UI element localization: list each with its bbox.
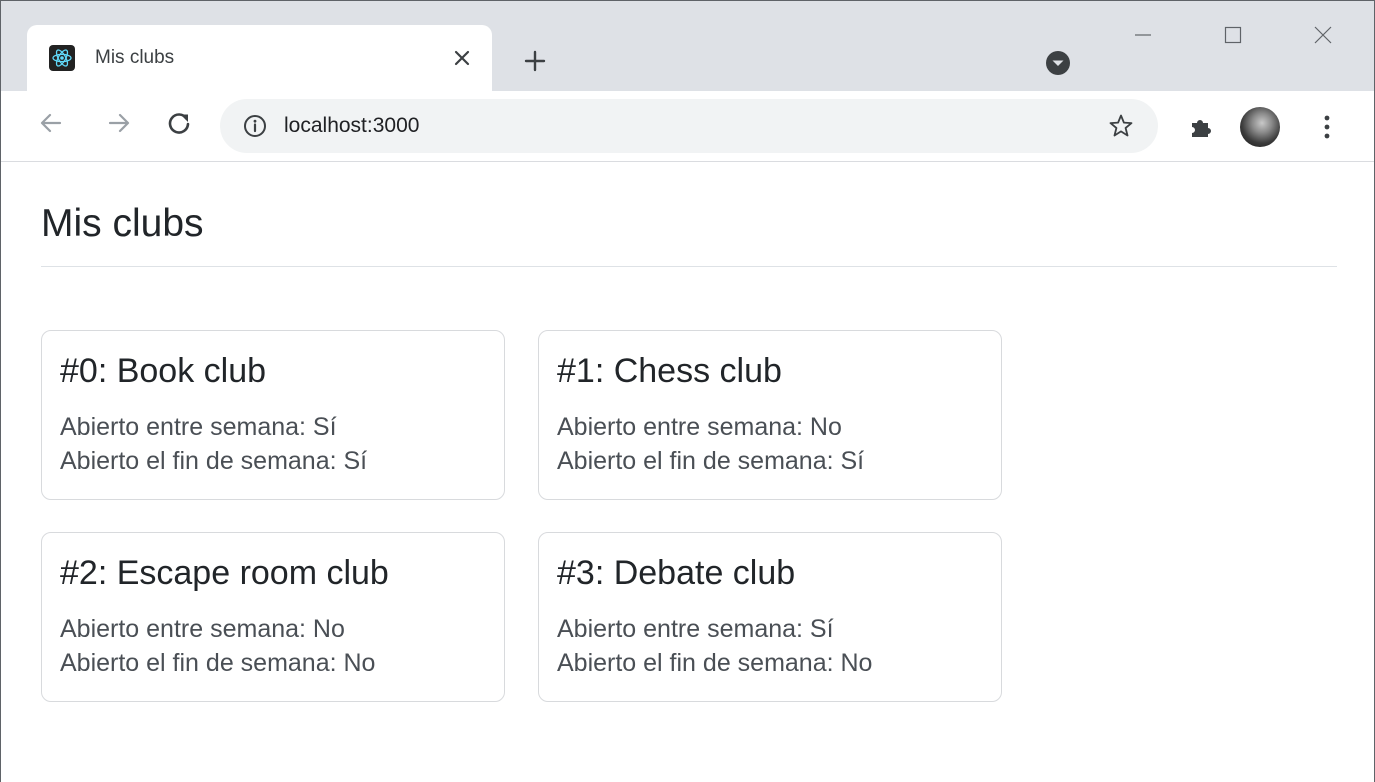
tab-mis-clubs[interactable]: Mis clubs (27, 25, 492, 91)
info-icon[interactable] (242, 113, 268, 139)
puzzle-icon[interactable] (1181, 107, 1221, 147)
browser-window: Mis clubs localhost:3000 Mis clubs #0: B… (0, 0, 1375, 782)
club-weekend: Abierto el fin de semana: Sí (60, 447, 368, 475)
club-card: #3: Debate club Abierto entre semana: Sí… (538, 532, 1002, 702)
club-weekdays: Abierto entre semana: No (557, 413, 842, 441)
url-text[interactable]: localhost:3000 (284, 113, 419, 139)
minimize-icon[interactable] (1119, 15, 1167, 55)
club-weekend: Abierto el fin de semana: No (557, 649, 873, 677)
club-title: #3: Debate club (557, 554, 796, 592)
tab-title: Mis clubs (95, 47, 175, 68)
club-weekdays: Abierto entre semana: Sí (557, 615, 834, 643)
club-card: #2: Escape room club Abierto entre seman… (41, 532, 505, 702)
club-title: #0: Book club (60, 352, 267, 390)
close-icon[interactable] (445, 41, 479, 75)
tab-search-icon[interactable] (1042, 47, 1074, 79)
club-weekend: Abierto el fin de semana: No (60, 649, 376, 677)
divider (41, 266, 1337, 267)
page-content: Mis clubs #0: Book club Abierto entre se… (1, 163, 1374, 782)
club-weekdays: Abierto entre semana: Sí (60, 413, 337, 441)
star-icon[interactable] (1104, 109, 1138, 143)
reload-icon[interactable] (159, 103, 199, 143)
club-title: #2: Escape room club (60, 554, 389, 592)
club-title: #1: Chess club (557, 352, 782, 390)
avatar[interactable] (1240, 107, 1280, 147)
maximize-icon[interactable] (1209, 15, 1257, 55)
browser-toolbar: localhost:3000 (1, 91, 1374, 162)
react-logo-icon (49, 45, 75, 71)
club-card: #1: Chess club Abierto entre semana: No … (538, 330, 1002, 500)
kebab-menu-icon[interactable] (1307, 107, 1347, 147)
club-card: #0: Book club Abierto entre semana: Sí A… (41, 330, 505, 500)
page-title: Mis clubs (41, 202, 204, 245)
club-weekdays: Abierto entre semana: No (60, 615, 345, 643)
back-arrow-icon[interactable] (31, 103, 71, 143)
club-weekend: Abierto el fin de semana: Sí (557, 447, 865, 475)
forward-arrow-icon[interactable] (99, 103, 139, 143)
window-close-icon[interactable] (1299, 15, 1347, 55)
address-bar[interactable]: localhost:3000 (220, 99, 1158, 153)
tab-strip: Mis clubs (1, 1, 1374, 91)
plus-icon[interactable] (515, 41, 555, 81)
